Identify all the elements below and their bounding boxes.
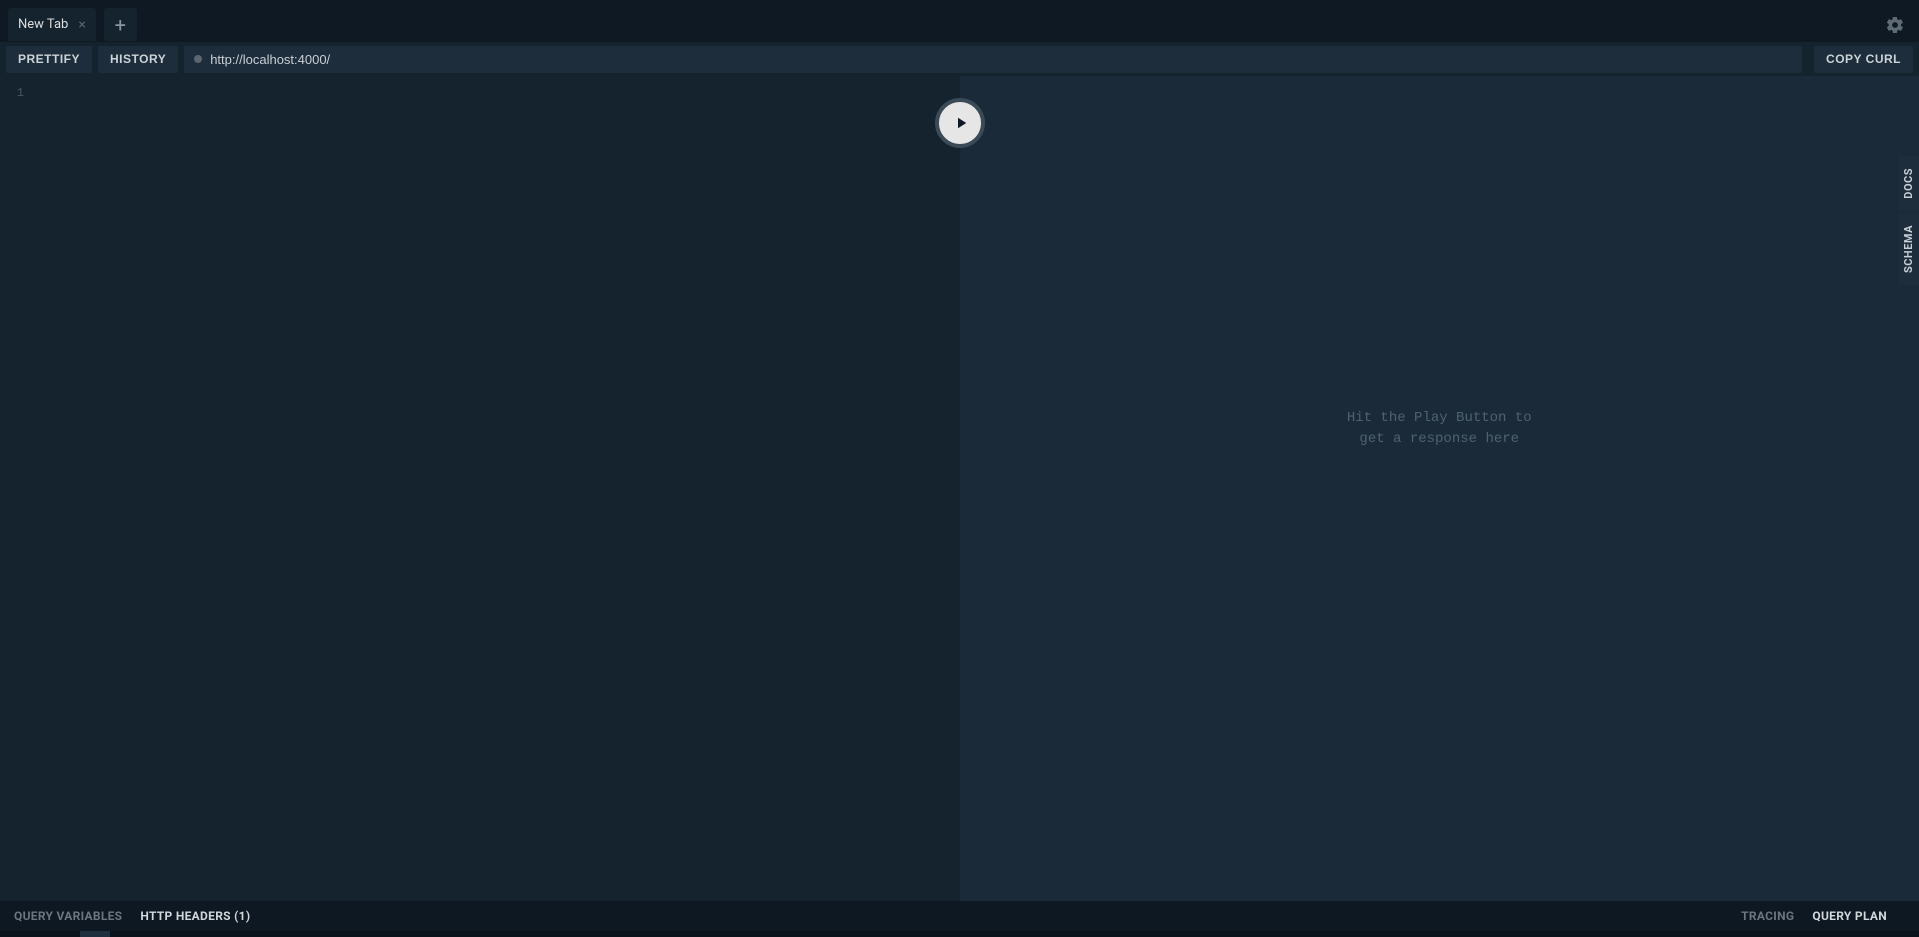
close-icon[interactable]: × — [78, 18, 85, 32]
side-toggles: DOCS SCHEMA — [1898, 156, 1919, 285]
footer-right: TRACING QUERY PLAN — [1741, 909, 1905, 923]
footer-mark — [80, 931, 110, 937]
history-button[interactable]: HISTORY — [98, 46, 178, 73]
tab-query-variables[interactable]: QUERY VARIABLES — [14, 909, 122, 923]
copy-curl-button[interactable]: COPY CURL — [1814, 46, 1913, 73]
tab-query-plan[interactable]: QUERY PLAN — [1812, 909, 1887, 923]
prettify-button[interactable]: PRETTIFY — [6, 46, 92, 73]
plus-icon: + — [115, 13, 126, 37]
play-button[interactable] — [935, 98, 985, 148]
main-area: 1 Hit the Play Button to get a response … — [0, 76, 1919, 901]
query-editor[interactable]: 1 — [0, 76, 960, 901]
schema-toggle[interactable]: SCHEMA — [1898, 213, 1919, 285]
app-root: New Tab × + PRETTIFY HISTORY COPY CURL 1… — [0, 0, 1919, 937]
gear-icon — [1885, 15, 1905, 35]
tab-tracing[interactable]: TRACING — [1741, 909, 1794, 923]
tab-bar: New Tab × + — [0, 0, 1919, 41]
result-panel: Hit the Play Button to get a response he… — [960, 76, 1919, 901]
status-dot-icon — [194, 55, 202, 63]
result-placeholder: Hit the Play Button to get a response he… — [1347, 408, 1532, 450]
footer-bar: QUERY VARIABLES HTTP HEADERS (1) TRACING… — [0, 901, 1919, 931]
tab-new-tab[interactable]: New Tab × — [8, 8, 96, 41]
tab-label: New Tab — [18, 17, 68, 32]
line-gutter: 1 — [0, 76, 30, 901]
line-number: 1 — [0, 86, 24, 100]
tab-http-headers[interactable]: HTTP HEADERS (1) — [140, 909, 250, 923]
endpoint-input[interactable] — [210, 52, 1792, 67]
footer-strip — [0, 931, 1919, 937]
settings-button[interactable] — [1885, 15, 1905, 35]
play-icon — [952, 114, 970, 132]
toolbar: PRETTIFY HISTORY COPY CURL — [0, 41, 1919, 76]
new-tab-button[interactable]: + — [104, 8, 137, 41]
code-area[interactable] — [30, 76, 960, 901]
endpoint-field[interactable] — [184, 46, 1802, 73]
docs-toggle[interactable]: DOCS — [1898, 156, 1919, 211]
